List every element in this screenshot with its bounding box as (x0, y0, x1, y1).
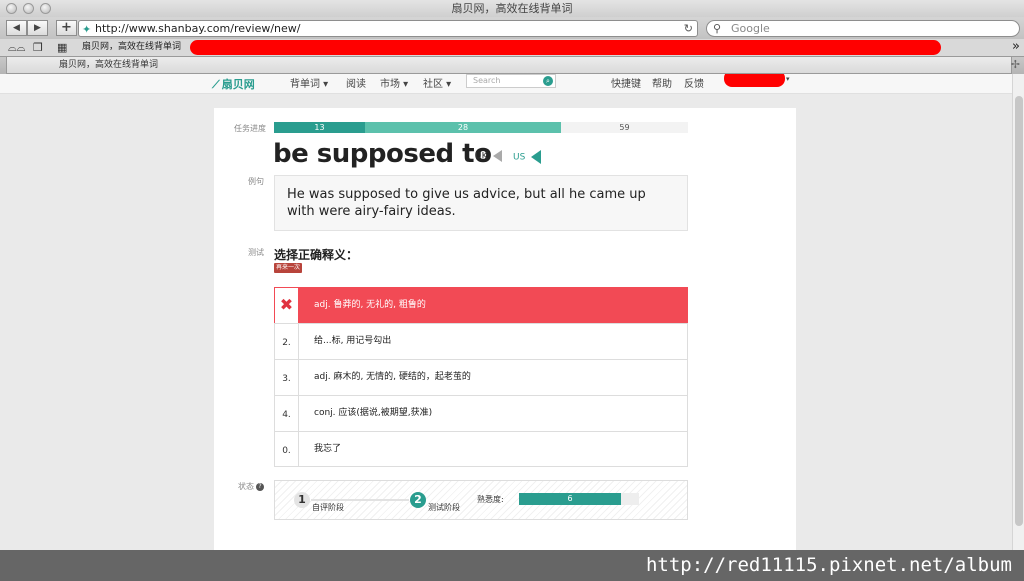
nav-feedback[interactable]: 反馈 (684, 75, 704, 90)
minimize-window-button[interactable] (23, 3, 34, 14)
bookmark-item[interactable]: 扇贝网，高效在线背单词 (82, 39, 181, 56)
choice-number: 0. (275, 432, 299, 467)
forward-button[interactable]: ▶ (27, 20, 48, 36)
status-label: 状态? (238, 481, 264, 492)
choice-number: 4. (275, 396, 299, 431)
familiarity-fill: 6 (519, 493, 621, 505)
address-url: http://www.shanbay.com/review/new/ (95, 22, 301, 35)
wrong-x-icon: ✖ (275, 288, 299, 323)
add-bookmark-button[interactable]: + (56, 20, 77, 36)
progress-total-segment: 59 (619, 123, 630, 132)
choice-option-2[interactable]: 2. 给...标, 用记号勾出 (274, 323, 688, 359)
nav-shortcuts[interactable]: 快捷键 (611, 75, 641, 90)
reading-list-icon[interactable]: ⌓⌓ (8, 39, 25, 56)
more-bookmarks-icon[interactable]: » (1012, 38, 1020, 55)
scrollbar-thumb[interactable] (1015, 96, 1023, 526)
back-arrow-icon: ◀ (13, 23, 20, 33)
plus-icon: + (61, 20, 72, 35)
help-icon[interactable]: ? (256, 482, 264, 491)
status-panel: 1 自评阶段 2 测试阶段 熟悉度: 6 (274, 480, 688, 520)
nav-help[interactable]: 帮助 (652, 75, 672, 90)
choice-option-1[interactable]: ✖ adj. 鲁莽的, 无礼的, 粗鲁的 (274, 287, 688, 323)
us-label: US (513, 152, 526, 163)
us-speaker-icon[interactable] (531, 150, 542, 164)
choice-number: 2. (275, 324, 299, 359)
site-header: ⟋ 扇贝网 背单词 ▾ 阅读 市场 ▾ 社区 ▾ Search ⌕ 快捷键 帮助 … (0, 74, 1012, 94)
familiarity-label: 熟悉度: (477, 495, 504, 504)
step-connector (311, 499, 409, 501)
search-placeholder: Google (731, 22, 770, 35)
address-bar[interactable]: ✦ http://www.shanbay.com/review/new/ ↻ (78, 20, 698, 37)
step-1-badge: 1 (294, 492, 310, 508)
tab-active[interactable]: 扇贝网，高效在线背单词 (6, 57, 1012, 74)
choice-list: ✖ adj. 鲁莽的, 无礼的, 粗鲁的 2. 给...标, 用记号勾出 3. … (274, 287, 688, 467)
step-1-label: 自评阶段 (312, 503, 344, 512)
choice-text: adj. 鲁莽的, 无礼的, 粗鲁的 (314, 300, 426, 310)
example-sentence: He was supposed to give us advice, but a… (274, 175, 688, 231)
redacted-bookmarks (190, 40, 941, 55)
nav-community[interactable]: 社区 ▾ (423, 75, 451, 90)
site-search-placeholder: Search (473, 76, 501, 85)
example-label: 例句 (248, 177, 264, 186)
new-tab-icon[interactable]: ✢ (1011, 58, 1020, 71)
watermark-text: http://red11115.pixnet.net/album (645, 554, 1012, 576)
choice-text: 给...标, 用记号勾出 (314, 336, 392, 346)
site-logo[interactable]: ⟋ 扇贝网 (212, 76, 255, 92)
site-search-input[interactable]: Search ⌕ (466, 74, 556, 88)
nav-vocabulary[interactable]: 背单词 ▾ (290, 75, 328, 90)
forward-arrow-icon: ▶ (34, 23, 41, 33)
uk-speaker-icon[interactable] (493, 150, 503, 162)
question-title: 选择正确释义： (274, 248, 359, 262)
progress-done-segment: 13 (274, 122, 365, 133)
task-progress-label: 任务进度 (234, 124, 266, 133)
search-icon: ⚲ (713, 22, 722, 35)
page-scrollbar[interactable] (1012, 74, 1024, 550)
choice-option-3[interactable]: 3. adj. 麻木的, 无情的, 硬结的，起老茧的 (274, 359, 688, 395)
window-title: 扇贝网，高效在线背单词 (451, 2, 573, 15)
step-2-badge: 2 (410, 492, 426, 508)
shanbay-logo-icon: ⟋ (212, 78, 220, 91)
retry-button[interactable]: 再来一次 (274, 263, 303, 273)
user-menu-chevron-icon[interactable]: ▾ (786, 75, 790, 83)
progress-reviewing-segment: 28 (365, 122, 561, 133)
site-logo-text: 扇贝网 (221, 78, 255, 91)
tab-bar: 扇贝网，高效在线背单词 ✢ (0, 56, 1024, 74)
back-button[interactable]: ◀ (6, 20, 27, 36)
choice-option-4[interactable]: 4. conj. 应该(据说,被期望,获准) (274, 395, 688, 431)
watermark-strip: http://red11115.pixnet.net/album (0, 550, 1024, 581)
site-search-icon[interactable]: ⌕ (543, 76, 553, 86)
window-titlebar: 扇贝网，高效在线背单词 (0, 0, 1024, 17)
search-field[interactable]: ⚲ Google (706, 20, 1020, 37)
choice-number: 3. (275, 360, 299, 395)
tab-label: 扇贝网，高效在线背单词 (59, 60, 159, 70)
uk-pronunciation[interactable]: UK (475, 150, 503, 162)
uk-label: UK (475, 151, 488, 162)
status-label-text: 状态 (238, 482, 254, 491)
choice-text: 我忘了 (314, 444, 342, 454)
choice-text: adj. 麻木的, 无情的, 硬结的，起老茧的 (314, 372, 471, 382)
step-2-label: 测试阶段 (428, 503, 460, 512)
bookmarks-book-icon[interactable]: ❒ (33, 39, 43, 56)
word-heading: be supposed to (273, 139, 492, 169)
nav-market[interactable]: 市场 ▾ (380, 75, 408, 90)
nav-reading[interactable]: 阅读 (346, 75, 366, 90)
task-progress-bar: 13 28 59 (274, 122, 688, 133)
reload-icon[interactable]: ↻ (684, 21, 693, 36)
redacted-username[interactable] (724, 74, 785, 87)
zoom-window-button[interactable] (40, 3, 51, 14)
close-window-button[interactable] (6, 3, 17, 14)
familiarity-bar: 6 (519, 493, 639, 505)
site-favicon-icon: ✦ (82, 23, 92, 36)
bookmarks-bar: ⌓⌓ ❒ ▦ 扇贝网，高效在线背单词 » (0, 39, 1024, 56)
browser-toolbar: ◀ ▶ + ✦ http://www.shanbay.com/review/ne… (0, 17, 1024, 39)
choice-option-forgot[interactable]: 0. 我忘了 (274, 431, 688, 467)
test-label: 测试 (248, 248, 264, 257)
choice-text: conj. 应该(据说,被期望,获准) (314, 408, 433, 418)
us-pronunciation[interactable]: US (513, 150, 542, 164)
top-sites-grid-icon[interactable]: ▦ (57, 39, 67, 56)
